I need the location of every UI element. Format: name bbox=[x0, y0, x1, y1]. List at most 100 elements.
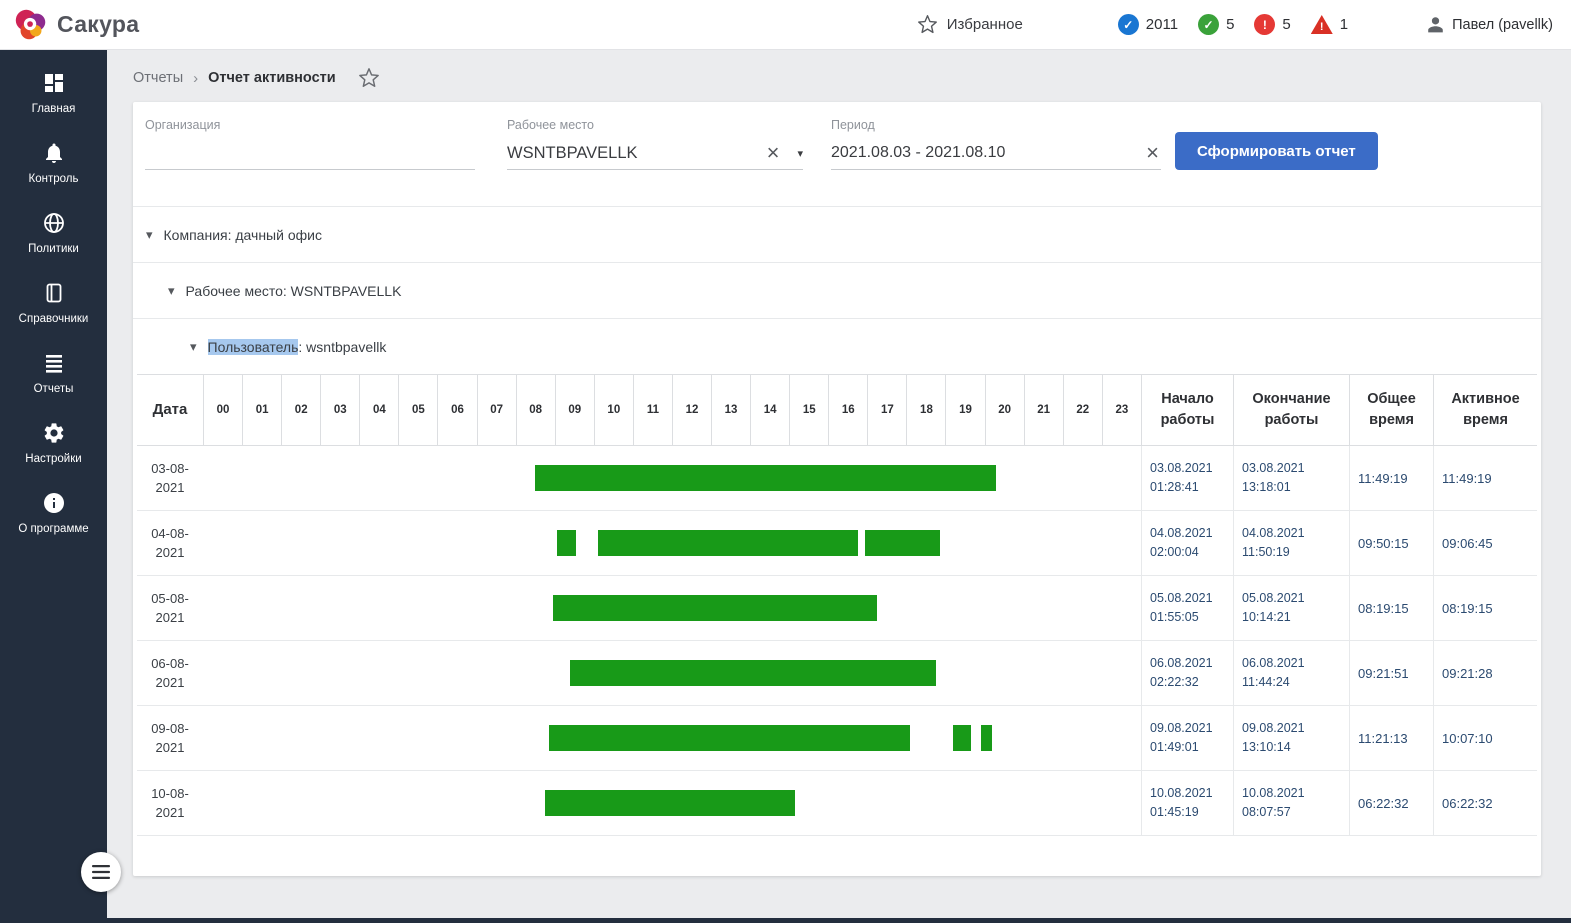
hour-header-cell: 08 bbox=[516, 375, 555, 445]
row-end-time: 10.08.2021 08:07:57 bbox=[1233, 771, 1349, 835]
sidebar-item-references[interactable]: Справочники bbox=[0, 268, 107, 338]
table-row: 10-08- 2021 10.08.2021 01:45:19 10.08.20… bbox=[137, 771, 1537, 836]
globe-icon bbox=[42, 211, 66, 235]
hour-header-cell: 09 bbox=[555, 375, 594, 445]
activity-bar bbox=[549, 725, 911, 751]
selected-text: Пользователь bbox=[208, 339, 299, 355]
hour-header-cell: 02 bbox=[281, 375, 320, 445]
activity-bar bbox=[553, 595, 877, 621]
col-end: Окончание работы bbox=[1233, 375, 1349, 445]
group-workplace[interactable]: ▾ Рабочее место: WSNTBPAVELLK bbox=[133, 262, 1541, 318]
row-active-time: 11:49:19 bbox=[1433, 446, 1537, 510]
hour-header-cell: 19 bbox=[945, 375, 984, 445]
row-end-time: 04.08.2021 11:50:19 bbox=[1233, 511, 1349, 575]
table-row: 04-08- 2021 04.08.2021 02:00:04 04.08.20… bbox=[137, 511, 1537, 576]
hour-header-cell: 11 bbox=[633, 375, 672, 445]
sidebar-item-label: Настройки bbox=[25, 453, 81, 465]
breadcrumb-parent[interactable]: Отчеты bbox=[133, 70, 183, 86]
hour-header-cell: 12 bbox=[672, 375, 711, 445]
sidebar-item-about[interactable]: О программе bbox=[0, 478, 107, 548]
badge-error[interactable]: ! 5 bbox=[1254, 14, 1290, 35]
col-date: Дата bbox=[137, 375, 203, 445]
row-date: 06-08- 2021 bbox=[137, 641, 203, 705]
menu-toggle-button[interactable] bbox=[81, 852, 121, 892]
sidebar-item-reports[interactable]: Отчеты bbox=[0, 338, 107, 408]
workplace-input[interactable]: WSNTBPAVELLK × ▾ bbox=[507, 137, 803, 170]
row-end-time: 09.08.2021 13:10:14 bbox=[1233, 706, 1349, 770]
table-row: 03-08- 2021 03.08.2021 01:28:41 03.08.20… bbox=[137, 446, 1537, 511]
logo[interactable]: Сакура bbox=[12, 6, 139, 44]
logo-text: Сакура bbox=[57, 11, 139, 38]
gear-icon bbox=[42, 421, 66, 445]
sidebar-item-policies[interactable]: Политики bbox=[0, 198, 107, 268]
topbar-right: Избранное ✓ 2011 ✓ 5 ! 5 ! 1 bbox=[917, 14, 1553, 35]
row-active-time: 08:19:15 bbox=[1433, 576, 1537, 640]
row-activity-track bbox=[203, 641, 1141, 705]
badge-count: 1 bbox=[1340, 16, 1348, 33]
row-end-time: 05.08.2021 10:14:21 bbox=[1233, 576, 1349, 640]
collapse-caret-icon: ▾ bbox=[168, 283, 175, 299]
favorite-page-button[interactable] bbox=[358, 67, 380, 89]
col-total: Общее время bbox=[1349, 375, 1433, 445]
badge-count: 2011 bbox=[1146, 16, 1178, 33]
top-header: Сакура Избранное ✓ 2011 ✓ 5 ! bbox=[0, 0, 1571, 50]
workplace-field: Рабочее место WSNTBPAVELLK × ▾ bbox=[507, 118, 803, 170]
sidebar-item-home[interactable]: Главная bbox=[0, 58, 107, 128]
period-field: Период 2021.08.03 - 2021.08.10 × bbox=[831, 118, 1161, 170]
clear-workplace-icon[interactable]: × bbox=[765, 142, 782, 164]
group-company[interactable]: ▾ Компания: дачный офис bbox=[133, 206, 1541, 262]
page-title: Отчет активности bbox=[208, 70, 336, 86]
bottom-strip bbox=[0, 918, 1571, 923]
activity-bar bbox=[545, 790, 795, 816]
sidebar-item-label: Отчеты bbox=[34, 383, 74, 395]
clear-period-icon[interactable]: × bbox=[1144, 142, 1161, 164]
sidebar-item-label: Главная bbox=[32, 103, 76, 115]
info-icon bbox=[42, 491, 66, 515]
row-start-time: 05.08.2021 01:55:05 bbox=[1141, 576, 1233, 640]
warning-triangle-icon: ! bbox=[1311, 15, 1333, 34]
activity-bar bbox=[953, 725, 971, 751]
workplace-dropdown-caret-icon[interactable]: ▾ bbox=[797, 147, 803, 160]
hour-header-row: 0001020304050607080910111213141516171819… bbox=[203, 375, 1141, 445]
period-label: Период bbox=[831, 118, 1161, 132]
badge-checked-total[interactable]: ✓ 2011 bbox=[1118, 14, 1178, 35]
row-date: 10-08- 2021 bbox=[137, 771, 203, 835]
table-row: 05-08- 2021 05.08.2021 01:55:05 05.08.20… bbox=[137, 576, 1537, 641]
collapse-caret-icon: ▾ bbox=[146, 227, 153, 243]
row-total-time: 06:22:32 bbox=[1349, 771, 1433, 835]
table-header: Дата 00010203040506070809101112131415161… bbox=[137, 374, 1537, 446]
sidebar-item-settings[interactable]: Настройки bbox=[0, 408, 107, 478]
generate-report-button[interactable]: Сформировать отчет bbox=[1175, 132, 1378, 170]
sidebar-item-control[interactable]: Контроль bbox=[0, 128, 107, 198]
hour-header-cell: 03 bbox=[320, 375, 359, 445]
row-total-time: 09:50:15 bbox=[1349, 511, 1433, 575]
hour-header-cell: 15 bbox=[789, 375, 828, 445]
user-menu[interactable]: Павел (pavellk) bbox=[1426, 15, 1553, 34]
hour-header-cell: 21 bbox=[1024, 375, 1063, 445]
group-company-label: Компания: дачный офис bbox=[164, 227, 322, 243]
hour-header-cell: 18 bbox=[906, 375, 945, 445]
group-user[interactable]: ▾ Пользователь: wsntbpavellk bbox=[133, 318, 1541, 374]
app-root: Сакура Избранное ✓ 2011 ✓ 5 ! bbox=[0, 0, 1571, 923]
row-start-time: 06.08.2021 02:22:32 bbox=[1141, 641, 1233, 705]
hamburger-icon bbox=[92, 865, 110, 879]
main-content: Отчеты › Отчет активности Организация bbox=[107, 50, 1571, 923]
favorites-label: Избранное bbox=[947, 16, 1023, 33]
badge-ok[interactable]: ✓ 5 bbox=[1198, 14, 1234, 35]
table-row: 09-08- 2021 09.08.2021 01:49:01 09.08.20… bbox=[137, 706, 1537, 771]
bell-icon bbox=[42, 141, 66, 165]
badge-count: 5 bbox=[1226, 16, 1234, 33]
hour-header-cell: 00 bbox=[203, 375, 242, 445]
row-start-time: 03.08.2021 01:28:41 bbox=[1141, 446, 1233, 510]
organization-input[interactable] bbox=[145, 137, 475, 170]
error-circle-icon: ! bbox=[1254, 14, 1275, 35]
report-table-body: 03-08- 2021 03.08.2021 01:28:41 03.08.20… bbox=[137, 446, 1537, 836]
favorites-button[interactable]: Избранное bbox=[917, 14, 1023, 35]
sidebar: Главная Контроль Политики Справочники bbox=[0, 50, 107, 923]
row-activity-track bbox=[203, 706, 1141, 770]
badge-warning[interactable]: ! 1 bbox=[1311, 15, 1348, 34]
row-active-time: 09:06:45 bbox=[1433, 511, 1537, 575]
row-activity-track bbox=[203, 446, 1141, 510]
row-activity-track bbox=[203, 771, 1141, 835]
period-input[interactable]: 2021.08.03 - 2021.08.10 × bbox=[831, 137, 1161, 170]
